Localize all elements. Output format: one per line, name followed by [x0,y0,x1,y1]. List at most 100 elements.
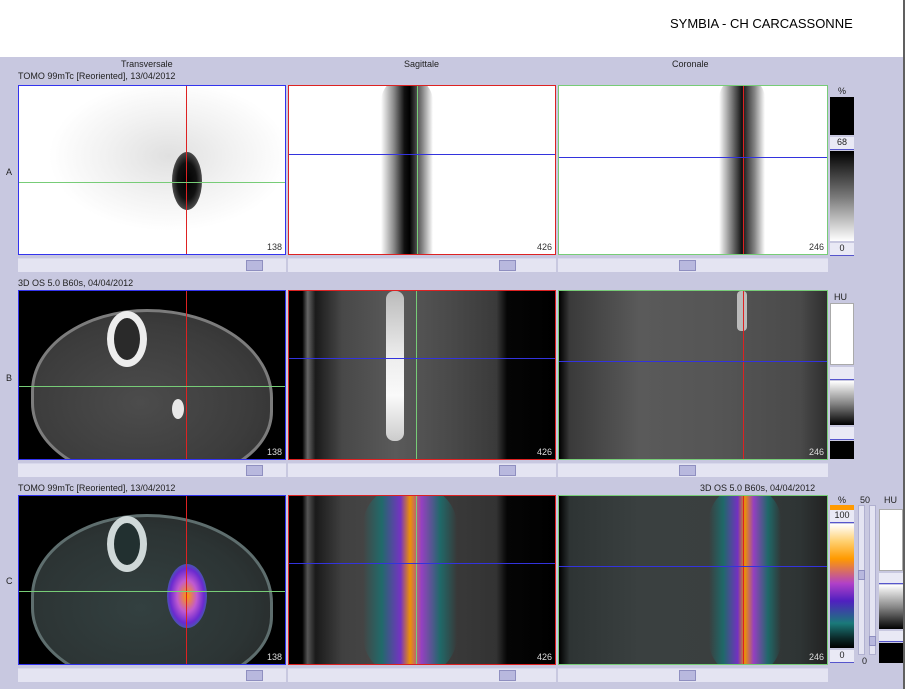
transverse-slice-scrollbar[interactable] [18,668,286,682]
colorbar-c-hu-value: 50 [860,495,871,505]
scroll-thumb[interactable] [246,670,263,681]
window-edge [903,0,905,689]
row-c-label: C [6,576,13,586]
crosshair-horizontal[interactable] [559,361,827,362]
colorbar-c-hu-upper-handle[interactable] [879,573,903,584]
crosshair-vertical[interactable] [186,86,187,254]
slice-number: 138 [266,652,282,662]
scroll-thumb[interactable] [679,465,696,476]
colorbar-c-hu-unit: HU [884,495,897,505]
crosshair-horizontal[interactable] [559,157,827,158]
row-b-series-label: 3D OS 5.0 B60s, 04/04/2012 [18,278,134,288]
bone-tibia [107,311,147,367]
limb-cross-section [31,514,273,664]
colorbar-c-pct-min[interactable]: 0 [830,650,854,663]
colorbar-c-hu-min: 0 [862,656,868,666]
colorbar-a-max[interactable]: 68 [830,137,854,150]
colorbar-b-top[interactable] [830,303,854,365]
view-header-transversale: Transversale [121,59,173,69]
transverse-slice-scrollbar[interactable] [18,258,286,272]
uptake-column [719,86,765,254]
scroll-thumb[interactable] [679,260,696,271]
crosshair-horizontal[interactable] [19,182,285,183]
crosshair-horizontal[interactable] [559,566,827,567]
sagittal-slice-scrollbar[interactable] [288,668,556,682]
row-a-series-label: TOMO 99mTc [Reoriented], 13/04/2012 [18,71,176,81]
crosshair-horizontal[interactable] [289,563,555,564]
scroll-thumb[interactable] [499,260,516,271]
row-c-series-label-right: 3D OS 5.0 B60s, 04/04/2012 [700,483,816,493]
crosshair-horizontal[interactable] [19,386,285,387]
spect-coronal-view[interactable]: 246 [558,85,828,255]
colorbar-a-min[interactable]: 0 [830,243,854,256]
sagittal-slice-scrollbar[interactable] [288,258,556,272]
opacity-slider-thumb[interactable] [858,570,865,580]
colorbar-b-gradient[interactable] [830,381,854,425]
fused-uptake-column [363,496,457,664]
crosshair-vertical[interactable] [743,496,744,664]
coronal-slice-scrollbar[interactable] [558,258,828,272]
colorbar-c-hu-top[interactable] [879,509,903,571]
colorbar-c-pct-gradient[interactable] [830,524,854,648]
colorbar-a-unit: % [838,86,847,96]
slice-number: 246 [808,447,824,457]
uptake-column [381,86,433,254]
colorbar-c-pct-unit: % [838,495,847,505]
fused-uptake-hotspot [167,564,207,628]
colorbar-a-top[interactable] [830,97,854,135]
crosshair-vertical[interactable] [416,496,417,664]
slice-number: 246 [808,242,824,252]
scroll-thumb[interactable] [499,670,516,681]
crosshair-vertical[interactable] [186,291,187,459]
ct-transverse-view[interactable]: 138 [18,290,286,460]
crosshair-vertical[interactable] [743,86,744,254]
coronal-slice-scrollbar[interactable] [558,463,828,477]
crosshair-horizontal[interactable] [289,154,555,155]
crosshair-vertical[interactable] [743,291,744,459]
blend-slider-thumb[interactable] [869,636,876,646]
sagittal-slice-scrollbar[interactable] [288,463,556,477]
colorbar-b-unit: HU [834,292,847,302]
fused-uptake-column [709,496,781,664]
ct-sagittal-view[interactable]: 426 [288,290,556,460]
ct-coronal-view[interactable]: 246 [558,290,828,460]
fusion-coronal-view[interactable]: 246 [558,495,828,665]
crosshair-vertical[interactable] [186,496,187,664]
crosshair-vertical[interactable] [416,291,417,459]
scroll-thumb[interactable] [499,465,516,476]
colorbar-c-pct-max[interactable]: 100 [830,510,854,523]
slice-number: 426 [536,447,552,457]
coronal-slice-scrollbar[interactable] [558,668,828,682]
view-header-sagittale: Sagittale [404,59,440,69]
opacity-slider-track[interactable] [858,505,865,655]
colorbar-b-upper-handle[interactable] [830,367,854,380]
spect-transverse-view[interactable]: 138 [18,85,286,255]
fusion-transverse-view[interactable]: 138 [18,495,286,665]
scroll-thumb[interactable] [679,670,696,681]
colorbar-c-hu-lower-handle[interactable] [879,631,903,642]
crosshair-horizontal[interactable] [289,358,555,359]
scroll-thumb[interactable] [246,465,263,476]
bone-fibula [172,399,184,419]
crosshair-horizontal[interactable] [19,591,285,592]
slice-number: 426 [536,242,552,252]
colorbar-c-hu-bottom[interactable] [879,643,903,663]
colorbar-a-gradient[interactable] [830,151,854,241]
transverse-slice-scrollbar[interactable] [18,463,286,477]
bone-fragment [737,291,747,331]
slice-number: 138 [266,242,282,252]
slice-number: 426 [536,652,552,662]
blend-slider-track[interactable] [869,505,876,655]
crosshair-vertical[interactable] [417,86,418,254]
spect-sagittal-view[interactable]: 426 [288,85,556,255]
view-header-coronale: Coronale [672,59,709,69]
fusion-sagittal-view[interactable]: 426 [288,495,556,665]
colorbar-b-bottom[interactable] [830,441,854,459]
bone-tibia [107,516,147,572]
scroll-thumb[interactable] [246,260,263,271]
colorbar-b-lower-handle[interactable] [830,427,854,440]
row-a-label: A [6,167,13,177]
slice-number: 246 [808,652,824,662]
colorbar-c-hu-gradient[interactable] [879,585,903,629]
app-title: SYMBIA - CH CARCASSONNE [670,16,853,31]
